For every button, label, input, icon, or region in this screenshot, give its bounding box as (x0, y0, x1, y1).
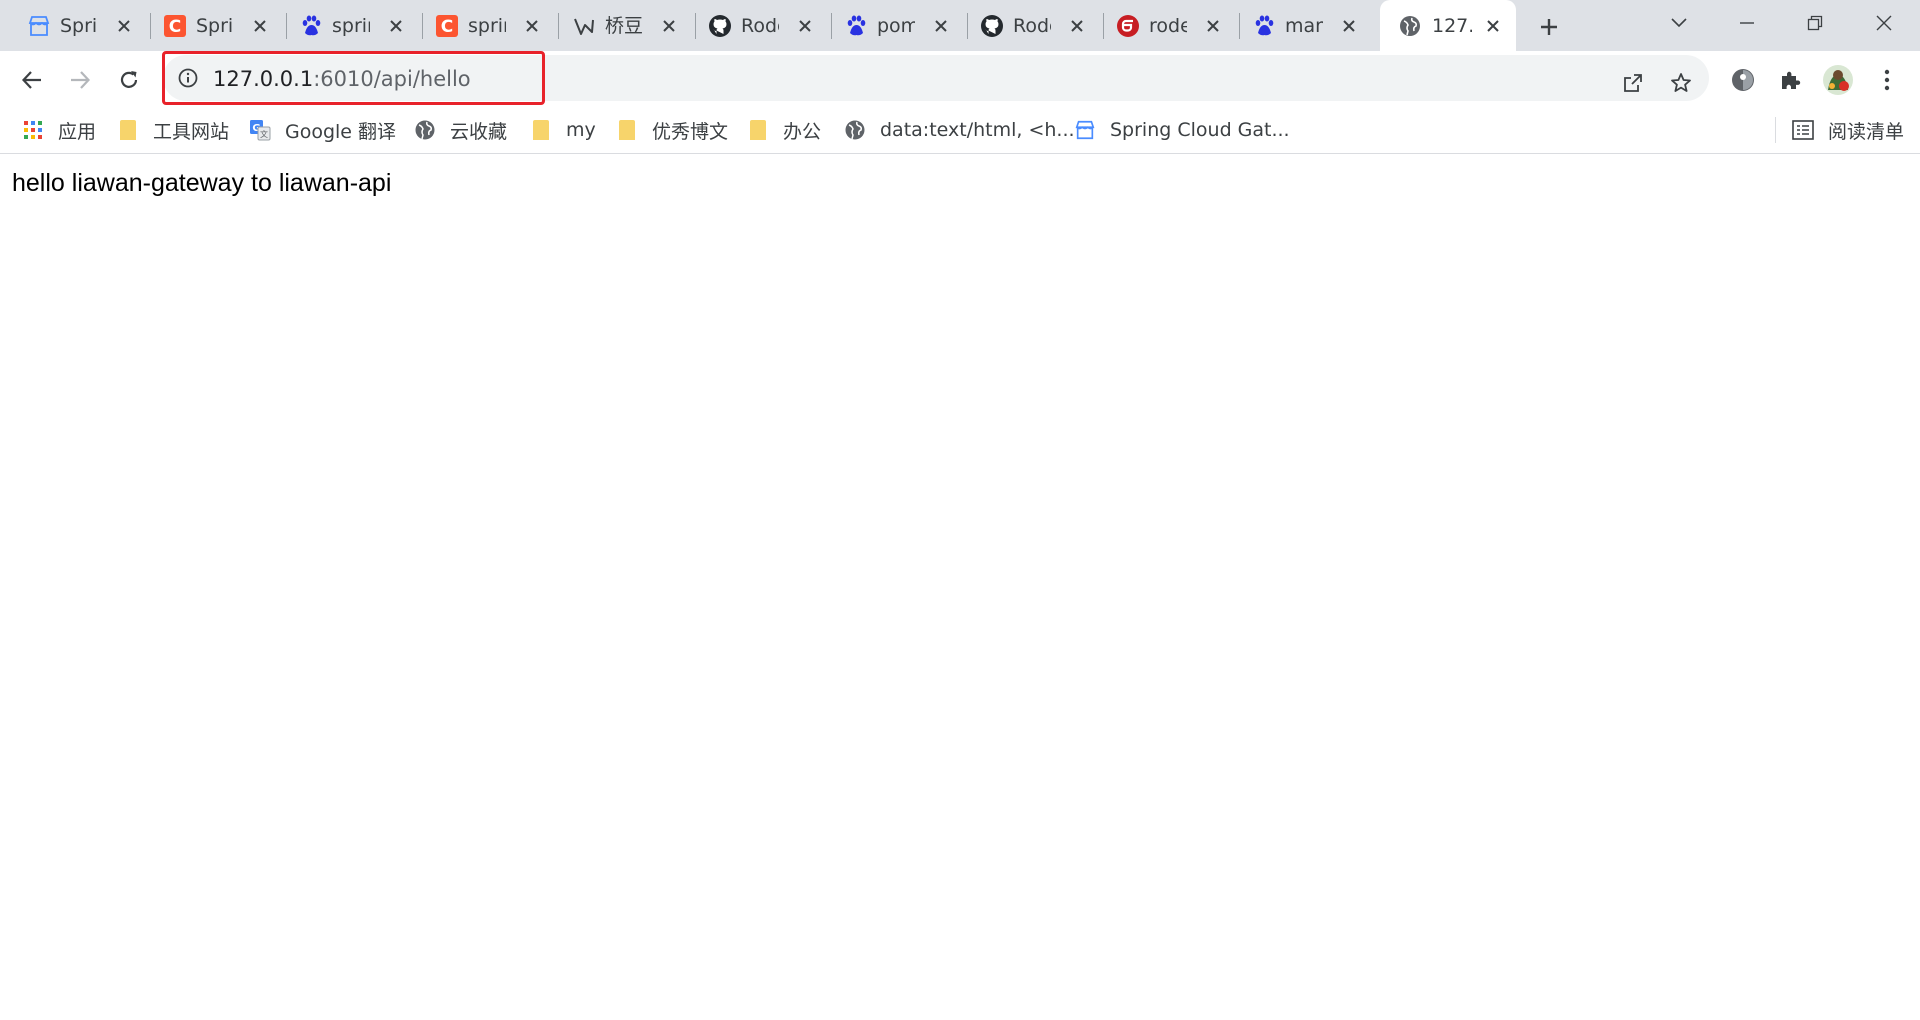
baidu-paw-icon (299, 14, 323, 38)
close-icon[interactable] (112, 14, 136, 38)
globe-icon (844, 119, 866, 141)
bookmark-cloud-favorites[interactable]: 云收藏 (414, 113, 507, 147)
tab-3[interactable]: C sprin (408, 0, 559, 51)
restore-button[interactable] (1797, 8, 1833, 38)
close-icon[interactable] (1065, 14, 1089, 38)
bookmark-apps[interactable]: 应用 (22, 113, 96, 147)
bookmark-label: Spring Cloud Gat... (1110, 119, 1290, 141)
bookmark-label: my (566, 119, 596, 141)
reload-button[interactable] (113, 64, 145, 96)
avatar[interactable] (1822, 64, 1854, 96)
bookmarks-divider (1775, 117, 1776, 143)
menu-kebab-icon[interactable] (1871, 64, 1903, 96)
tab-0[interactable]: Sprin (0, 0, 151, 51)
github-icon (980, 14, 1004, 38)
tab-strip: Sprin C Sprin sprin C sprin 桥豆 (0, 0, 1920, 51)
gitee-icon (1116, 14, 1140, 38)
tab-search-button[interactable] (1661, 8, 1697, 38)
forward-button[interactable] (64, 64, 96, 96)
tab-8[interactable]: rode (1089, 0, 1240, 51)
tab-title: mana (1285, 15, 1323, 37)
reading-list-label: 阅读清单 (1828, 120, 1905, 143)
bookmark-label: 优秀博文 (652, 120, 729, 143)
close-icon[interactable] (520, 14, 544, 38)
close-icon[interactable] (793, 14, 817, 38)
folder-icon (616, 119, 638, 141)
bookmark-label: Google 翻译 (285, 120, 397, 143)
bookmark-folder-my[interactable]: my (530, 113, 596, 147)
google-translate-icon: G文 (249, 119, 271, 141)
csdn-icon: C (163, 14, 187, 38)
tab-title: Sprin (60, 15, 98, 37)
bookmark-label: 云收藏 (450, 120, 508, 143)
baidu-paw-icon (1252, 14, 1276, 38)
profile-extension-icon[interactable] (1727, 64, 1759, 96)
globe-icon (414, 119, 436, 141)
page-body-text: hello liawan-gateway to liawan-api (12, 169, 392, 197)
close-icon[interactable] (657, 14, 681, 38)
bird-icon (572, 14, 596, 38)
globe-icon (1398, 14, 1422, 38)
svg-text:C: C (169, 17, 181, 37)
store-icon (1074, 119, 1096, 141)
browser-toolbar: 127.0.0.1:6010/api/hello (0, 51, 1920, 107)
close-icon[interactable] (929, 14, 953, 38)
tab-2[interactable]: sprin (272, 0, 423, 51)
tab-title: sprin (332, 15, 370, 37)
close-icon[interactable] (1337, 14, 1361, 38)
reading-list-icon (1792, 119, 1814, 141)
tab-title: rode (1149, 15, 1187, 37)
bookmark-label: 工具网站 (153, 120, 230, 143)
extensions-puzzle-icon[interactable] (1774, 64, 1806, 96)
tab-6[interactable]: pom (817, 0, 968, 51)
back-button[interactable] (16, 64, 48, 96)
store-icon (27, 14, 51, 38)
folder-icon (117, 119, 139, 141)
svg-text:文: 文 (260, 129, 268, 139)
baidu-paw-icon (844, 14, 868, 38)
close-icon[interactable] (1481, 14, 1505, 38)
share-icon[interactable] (1618, 68, 1648, 98)
tab-title: 127.0 (1432, 15, 1472, 37)
apps-grid-icon (22, 119, 44, 141)
bookmark-data-url[interactable]: data:text/html, <h... (844, 113, 1075, 147)
close-window-button[interactable] (1866, 8, 1902, 38)
close-icon[interactable] (1201, 14, 1225, 38)
tab-1[interactable]: C Sprin (136, 0, 287, 51)
tab-title: Sprin (196, 15, 234, 37)
github-icon (708, 14, 732, 38)
bookmarks-bar: 应用 工具网站 G文 Google 翻译 云收藏 my 优秀博文 办公 data… (0, 107, 1920, 154)
tab-title: sprin (468, 15, 506, 37)
bookmark-label: data:text/html, <h... (880, 119, 1075, 141)
minimize-button[interactable] (1729, 8, 1765, 38)
bookmark-label: 应用 (58, 120, 97, 143)
bookmark-spring-cloud-gateway[interactable]: Spring Cloud Gat... (1074, 113, 1290, 147)
new-tab-button[interactable] (1533, 11, 1565, 43)
tab-title: Rode (741, 15, 779, 37)
bookmark-label: 办公 (783, 120, 822, 143)
bookmark-google-translate[interactable]: G文 Google 翻译 (249, 113, 396, 147)
bookmark-star-icon[interactable] (1666, 68, 1696, 98)
tab-9[interactable]: mana (1225, 0, 1361, 51)
folder-icon (530, 119, 552, 141)
svg-text:C: C (441, 17, 453, 37)
tab-10-active[interactable]: 127.0 (1380, 0, 1516, 51)
bookmark-folder-tools[interactable]: 工具网站 (117, 113, 229, 147)
url-highlight-box (162, 51, 545, 105)
close-icon[interactable] (384, 14, 408, 38)
tab-title: pom (877, 15, 915, 37)
folder-icon (747, 119, 769, 141)
tab-7[interactable]: Rode (953, 0, 1104, 51)
bookmark-folder-office[interactable]: 办公 (747, 113, 821, 147)
bookmark-folder-blogs[interactable]: 优秀博文 (616, 113, 728, 147)
tab-title: 桥豆 (605, 15, 643, 37)
tab-title: Rode (1013, 15, 1051, 37)
tab-4[interactable]: 桥豆 (545, 0, 696, 51)
close-icon[interactable] (248, 14, 272, 38)
reading-list-button[interactable]: 阅读清单 (1792, 113, 1904, 147)
csdn-icon: C (435, 14, 459, 38)
tab-5[interactable]: Rode (681, 0, 832, 51)
